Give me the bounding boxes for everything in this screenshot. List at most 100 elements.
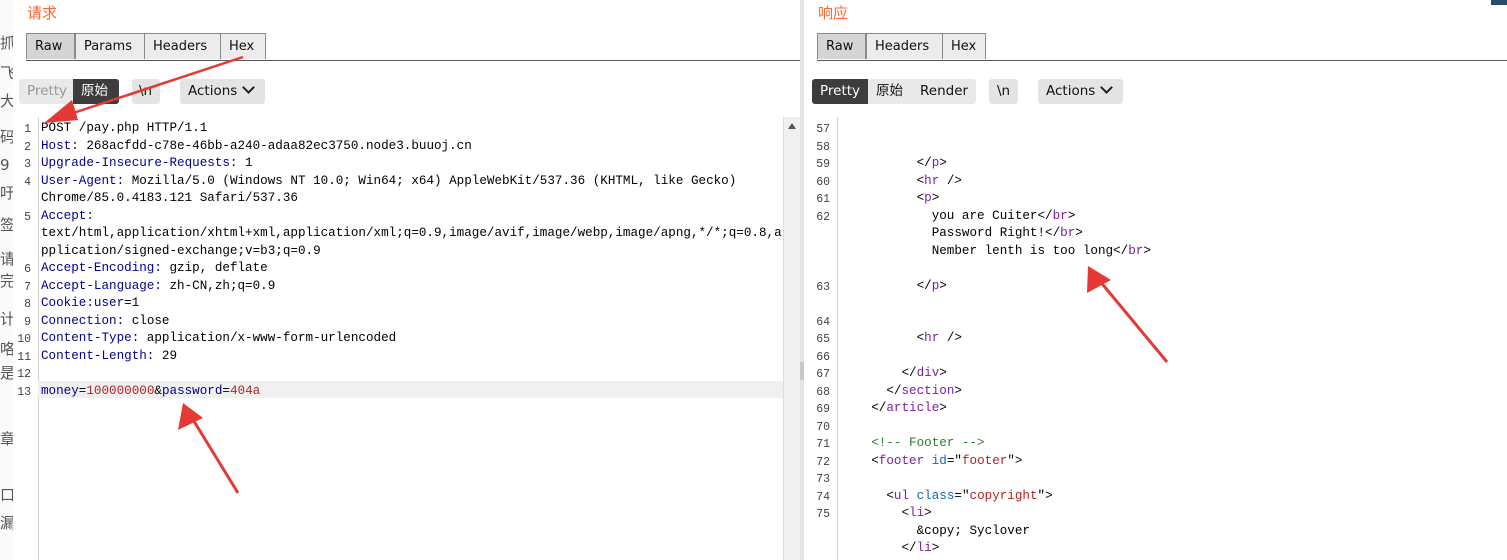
- vertical-scrollbar[interactable]: [783, 117, 800, 560]
- code-token: gzip, deflate: [161, 261, 268, 275]
- code-line: Chrome/85.0.4183.121 Safari/537.36: [41, 190, 298, 208]
- code-line: </section>: [841, 383, 962, 398]
- tab-raw[interactable]: Raw: [26, 33, 75, 59]
- code-token: footer: [878, 453, 925, 468]
- code-line: Accept-Language: zh-CN,zh;q=0.9: [41, 278, 275, 296]
- code-token: Content-Type:: [41, 331, 140, 345]
- tab-headers[interactable]: Headers: [144, 33, 221, 59]
- code-token: div: [916, 366, 940, 380]
- line-number: 68: [816, 385, 830, 399]
- code-line: Password Right!</br>: [841, 226, 1083, 240]
- line-number: 67: [816, 368, 830, 381]
- line-number: 5: [24, 210, 31, 224]
- line-number: 74: [816, 490, 830, 504]
- code-token: zh-CN,zh;q=0.9: [161, 278, 276, 293]
- actions-dropdown[interactable]: Actions: [1038, 79, 1123, 104]
- tab-params[interactable]: Params: [75, 33, 145, 59]
- tab-raw[interactable]: Raw: [817, 33, 866, 59]
- request-editor[interactable]: 1 POST /pay.php HTTP/1.1 2 Host: 268acfdd-c…: [13, 117, 800, 560]
- line-number: 64: [816, 315, 830, 329]
- code-token: Content-Length:: [41, 348, 155, 363]
- line-number: 9: [24, 315, 31, 329]
- background-window-strip: 抓飞大码 9 吁签请完计咯是章口漏: [0, 0, 13, 560]
- actions-label: Actions: [1046, 83, 1096, 99]
- request-pane: 请求 Raw Params Headers Hex Pretty 原始 \n A…: [13, 0, 800, 560]
- background-glyph: 9: [0, 156, 10, 174]
- pretty-toggle[interactable]: Pretty: [19, 79, 73, 104]
- code-line: Connection: close: [41, 313, 170, 331]
- code-token: 100000000: [86, 383, 155, 398]
- code-line: </article>: [841, 401, 947, 415]
- line-number: 11: [17, 350, 31, 364]
- line-number: 63: [816, 280, 830, 294]
- background-glyph: 咯: [0, 340, 13, 358]
- line-number: 7: [24, 280, 31, 294]
- code-token: br: [1128, 243, 1144, 258]
- line-number: 13: [17, 385, 31, 399]
- code-token: Chrome/85.0.4183.121 Safari/537.36: [41, 191, 298, 205]
- raw-toggle[interactable]: 原始: [868, 79, 912, 104]
- line-number: 62: [816, 210, 830, 224]
- code-line: Content-Length: 29: [41, 348, 177, 366]
- code-line: <ul class="copyright">: [841, 488, 1053, 503]
- scroll-up-icon[interactable]: [788, 123, 796, 129]
- code-token: Accept-Encoding:: [41, 261, 162, 275]
- code-token: close: [124, 313, 170, 328]
- request-toolbar: Pretty 原始 \n Actions: [13, 61, 800, 116]
- code-line: Upgrade-Insecure-Requests: 1: [41, 155, 253, 173]
- tab-hex[interactable]: Hex: [220, 33, 266, 59]
- pretty-toggle[interactable]: Pretty: [812, 79, 868, 104]
- raw-toggle[interactable]: 原始: [73, 79, 119, 104]
- code-token: Mozilla/5.0 (Windows NT 10.0; Win64; x64…: [124, 173, 737, 188]
- actions-dropdown[interactable]: Actions: [180, 79, 265, 104]
- code-token: Accept:: [41, 208, 94, 223]
- newline-toggle[interactable]: \n: [132, 79, 160, 104]
- newline-toggle[interactable]: \n: [989, 79, 1018, 104]
- render-toggle[interactable]: Render: [912, 79, 976, 104]
- code-line: <hr />: [841, 173, 962, 188]
- code-line: text/html,application/xhtml+xml,applicat…: [41, 225, 782, 243]
- chevron-down-icon: [1100, 81, 1114, 94]
- tab-headers[interactable]: Headers: [866, 33, 943, 59]
- line-number: 72: [816, 455, 830, 469]
- line-number: 60: [816, 175, 830, 189]
- code-line: </p>: [841, 156, 947, 170]
- actions-label: Actions: [188, 83, 238, 99]
- tab-hex[interactable]: Hex: [942, 33, 986, 59]
- code-token: =1: [124, 296, 140, 310]
- line-number: 12: [17, 368, 31, 381]
- code-token: money: [41, 383, 79, 398]
- line-number: 6: [24, 263, 31, 276]
- code-token: br: [1052, 208, 1068, 223]
- code-token: Upgrade-Insecure-Requests:: [41, 156, 238, 170]
- code-line: POST /pay.php HTTP/1.1: [41, 120, 207, 138]
- request-tabs: Raw Params Headers Hex: [26, 32, 800, 61]
- code-token: li: [909, 506, 925, 520]
- code-token: br: [1060, 226, 1076, 240]
- code-token: article: [886, 401, 940, 415]
- code-line: </p>: [841, 278, 947, 293]
- background-glyph: 大: [0, 92, 13, 110]
- code-token: 29: [154, 348, 178, 363]
- code-line: <p>: [841, 191, 940, 205]
- line-number: 8: [24, 298, 31, 311]
- line-number: 58: [816, 140, 830, 154]
- background-glyph: 抓: [0, 34, 13, 52]
- line-number: 61: [816, 193, 830, 206]
- line-number: 2: [24, 140, 31, 154]
- response-toolbar: Pretty 原始 Render \n Actions: [804, 61, 1507, 116]
- code-token: application/x-www-form-urlencoded: [139, 331, 397, 345]
- code-token: ul: [893, 488, 910, 503]
- code-line: you are Cuiter</br>: [841, 208, 1076, 223]
- code-line: &copy; Syclover: [841, 523, 1030, 538]
- code-line: Host: 268acfdd-c78e-46bb-a240-adaa82ec37…: [41, 138, 472, 156]
- code-token: class: [916, 488, 955, 503]
- line-number: 59: [816, 158, 830, 171]
- code-token: &: [154, 383, 162, 398]
- window-corner: [1491, 0, 1507, 5]
- response-editor[interactable]: 57 58 59 </p> 60 <hr /> 61 <p> 62 you are Cui…: [804, 117, 1507, 560]
- background-glyph: 是: [0, 364, 13, 382]
- code-line: Accept-Encoding: gzip, deflate: [41, 260, 268, 278]
- code-token: 1: [237, 156, 253, 170]
- code-line: money=100000000&password=404a: [41, 383, 260, 401]
